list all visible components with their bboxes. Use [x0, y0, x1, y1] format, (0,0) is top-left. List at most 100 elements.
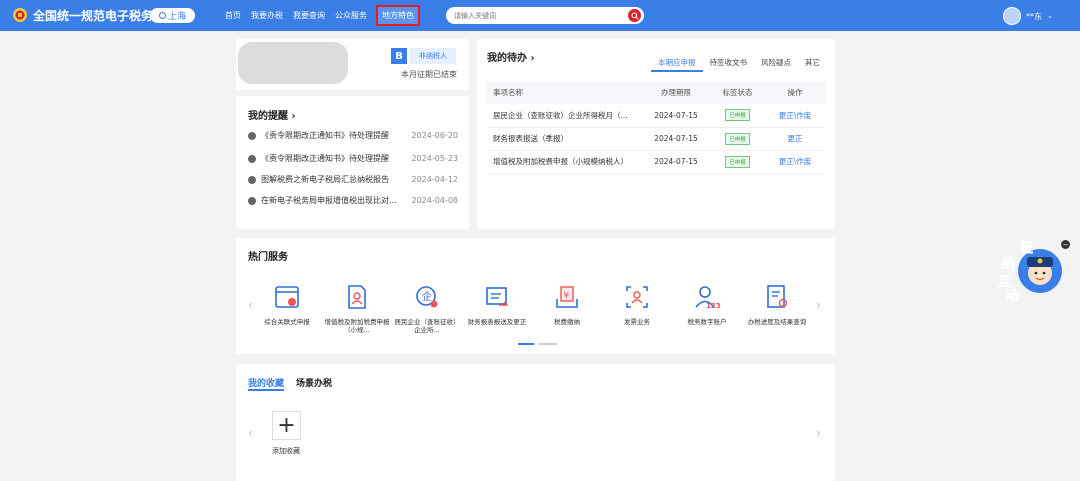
info-icon — [248, 196, 256, 205]
nav-local-features[interactable]: 地方特色 — [376, 5, 420, 26]
reminder-date: 2024-05-23 — [411, 154, 459, 163]
tab-risk-doubts[interactable]: 风险疑点 — [754, 56, 798, 72]
close-icon[interactable]: − — [1061, 240, 1070, 249]
nav-handle-tax[interactable]: 我要办税 — [246, 10, 288, 21]
favorites-card: 我的收藏 场景办税 ‹ › + 添加收藏 — [236, 364, 835, 481]
chevron-left-icon[interactable]: ‹ — [248, 426, 253, 440]
search-button[interactable] — [628, 9, 641, 22]
search-input[interactable] — [454, 9, 614, 22]
enterprise-income-tax-icon: 企 — [416, 286, 438, 308]
region-selector[interactable]: 上海 — [150, 8, 195, 23]
correct-void-link[interactable]: 更正\作废 — [779, 157, 812, 166]
chevron-right-icon[interactable]: › — [816, 426, 821, 440]
reminder-item[interactable]: 《责令限期改正通知书》待处理提醒 2024-05-23 — [248, 153, 458, 164]
item-name: 居民企业（查账征收）企业所得税月（... — [487, 104, 642, 128]
plus-icon: + — [277, 412, 296, 438]
tax-payment-icon: ¥ — [556, 286, 578, 308]
service-invoice[interactable]: 发票业务 — [603, 284, 671, 326]
add-favorite-label: 添加收藏 — [272, 447, 300, 455]
table-row: 居民企业（查账征收）企业所得税月（... 2024-07-15 已申报 更正\作… — [487, 104, 825, 128]
progress-query-icon — [767, 285, 788, 308]
service-label: 综合关联式申报 — [264, 318, 310, 326]
tab-pending-documents[interactable]: 待签收文书 — [703, 56, 755, 72]
service-digital-account[interactable]: 123 税务数字账户 — [673, 284, 741, 326]
service-label: 发票业务 — [624, 318, 650, 326]
service-enterprise-income-tax[interactable]: 企 居民企业（查账征收）企业所... — [393, 284, 461, 334]
item-deadline: 2024-07-15 — [642, 150, 710, 174]
reminder-title: 《责令限期改正通知书》待处理提醒 — [261, 154, 389, 163]
widget-char: 动 — [1006, 289, 1019, 304]
table-header: 事项名称 办理期限 标签状态 操作 — [487, 81, 825, 104]
region-label: 上海 — [167, 12, 186, 22]
tab-my-favorites[interactable]: 我的收藏 — [248, 376, 284, 389]
nav-query[interactable]: 我要查询 — [288, 10, 330, 21]
invoice-icon — [626, 286, 648, 308]
info-icon — [248, 131, 256, 140]
todo-table: 事项名称 办理期限 标签状态 操作 居民企业（查账征收）企业所得税月（... 2… — [487, 81, 825, 174]
reminder-date: 2024-06-20 — [411, 131, 459, 140]
service-progress-query[interactable]: 办税进度及结果查询 — [743, 284, 811, 326]
svg-text:123: 123 — [706, 302, 720, 310]
reminder-date: 2024-04-12 — [411, 175, 459, 184]
reminder-item[interactable]: 图解税费之新电子税局汇总纳税报告 2024-04-12 — [248, 174, 458, 185]
reminder-item[interactable]: 《责令限期改正通知书》待处理提醒 2024-06-20 — [248, 130, 458, 141]
correct-void-link[interactable]: 更正\作废 — [779, 111, 812, 120]
item-deadline: 2024-07-15 — [642, 104, 710, 128]
info-icon — [248, 154, 256, 163]
nav-public-service[interactable]: 公众服务 — [330, 10, 372, 21]
item-name: 财务报表报送（季报） — [487, 127, 642, 151]
search-box — [446, 7, 644, 24]
site-title[interactable]: 全国统一规范电子税务局 — [33, 7, 165, 24]
financial-report-icon — [486, 287, 509, 306]
credit-level-badge: B — [391, 48, 407, 64]
tax-interaction-widget[interactable]: 征 纳 互 动 — [996, 238, 1066, 304]
reminder-item[interactable]: 在新电子税务局申报增值税出现比对... 2024-04-08 — [248, 195, 458, 206]
service-label: 财务报表报送及更正 — [467, 318, 527, 326]
nav-home[interactable]: 首页 — [220, 10, 246, 21]
reminder-title: 图解税费之新电子税局汇总纳税报告 — [261, 175, 389, 184]
taxpayer-type-badge: 非纳税人 — [410, 48, 456, 64]
widget-char: 互 — [998, 275, 1011, 290]
todo-card: 我的待办 › 本期应申报 待签收文书 风险疑点 其它 事项名称 办理期限 标签状… — [477, 39, 835, 229]
tax-emblem-icon[interactable] — [12, 7, 28, 23]
carousel-dot-active[interactable] — [518, 343, 534, 345]
avatar[interactable] — [1003, 7, 1021, 25]
status-badge: 已申报 — [725, 155, 750, 168]
col-status: 标签状态 — [710, 81, 765, 104]
correct-link[interactable]: 更正 — [788, 134, 803, 143]
chevron-down-icon: ⌄ — [1047, 12, 1053, 20]
vat-declaration-icon — [348, 285, 366, 309]
reminder-date: 2024-04-08 — [411, 196, 459, 205]
user-name: **东 — [1026, 11, 1042, 21]
location-pin-icon — [158, 12, 166, 19]
carousel-dot[interactable] — [539, 343, 557, 345]
todo-title[interactable]: 我的待办 › — [487, 49, 535, 64]
info-icon — [248, 175, 256, 184]
service-label: 居民企业（查账征收）企业所... — [394, 318, 460, 334]
hot-services-card: 热门服务 ‹ › 综合关联式申报 增值税及附加税费申报（小规... 企 居民企业… — [236, 238, 835, 354]
chevron-right-icon[interactable]: › — [816, 298, 821, 312]
status-badge: 已申报 — [725, 132, 750, 145]
service-vat-declaration[interactable]: 增值税及附加税费申报（小规... — [323, 284, 391, 334]
user-menu[interactable]: **东 ⌄ — [1003, 7, 1053, 25]
col-item-name: 事项名称 — [487, 81, 642, 104]
status-badge: 已申报 — [725, 109, 750, 122]
todo-tabs: 本期应申报 待签收文书 风险疑点 其它 — [651, 56, 827, 72]
tab-other[interactable]: 其它 — [798, 56, 827, 72]
digital-account-icon: 123 — [695, 286, 721, 310]
add-favorite-button[interactable]: + — [272, 411, 301, 440]
widget-char: 征 — [1020, 240, 1033, 256]
service-tax-payment[interactable]: ¥ 税费缴纳 — [533, 284, 601, 326]
reminders-card: 我的提醒 › 《责令限期改正通知书》待处理提醒 2024-06-20 《责令限期… — [236, 96, 469, 229]
service-label: 税务数字账户 — [687, 318, 727, 326]
integrated-declaration-icon — [275, 286, 299, 308]
tab-scenario-tax[interactable]: 场景办税 — [296, 376, 332, 389]
taxpayer-name-blurred — [238, 42, 348, 84]
tab-current-declaration[interactable]: 本期应申报 — [651, 56, 703, 72]
service-financial-report[interactable]: 财务报表报送及更正 — [463, 284, 531, 326]
reminders-title[interactable]: 我的提醒 › — [248, 107, 296, 122]
item-deadline: 2024-07-15 — [642, 127, 710, 151]
service-label: 增值税及附加税费申报（小规... — [324, 318, 390, 334]
service-integrated-declaration[interactable]: 综合关联式申报 — [253, 284, 321, 326]
col-deadline: 办理期限 — [642, 81, 710, 104]
